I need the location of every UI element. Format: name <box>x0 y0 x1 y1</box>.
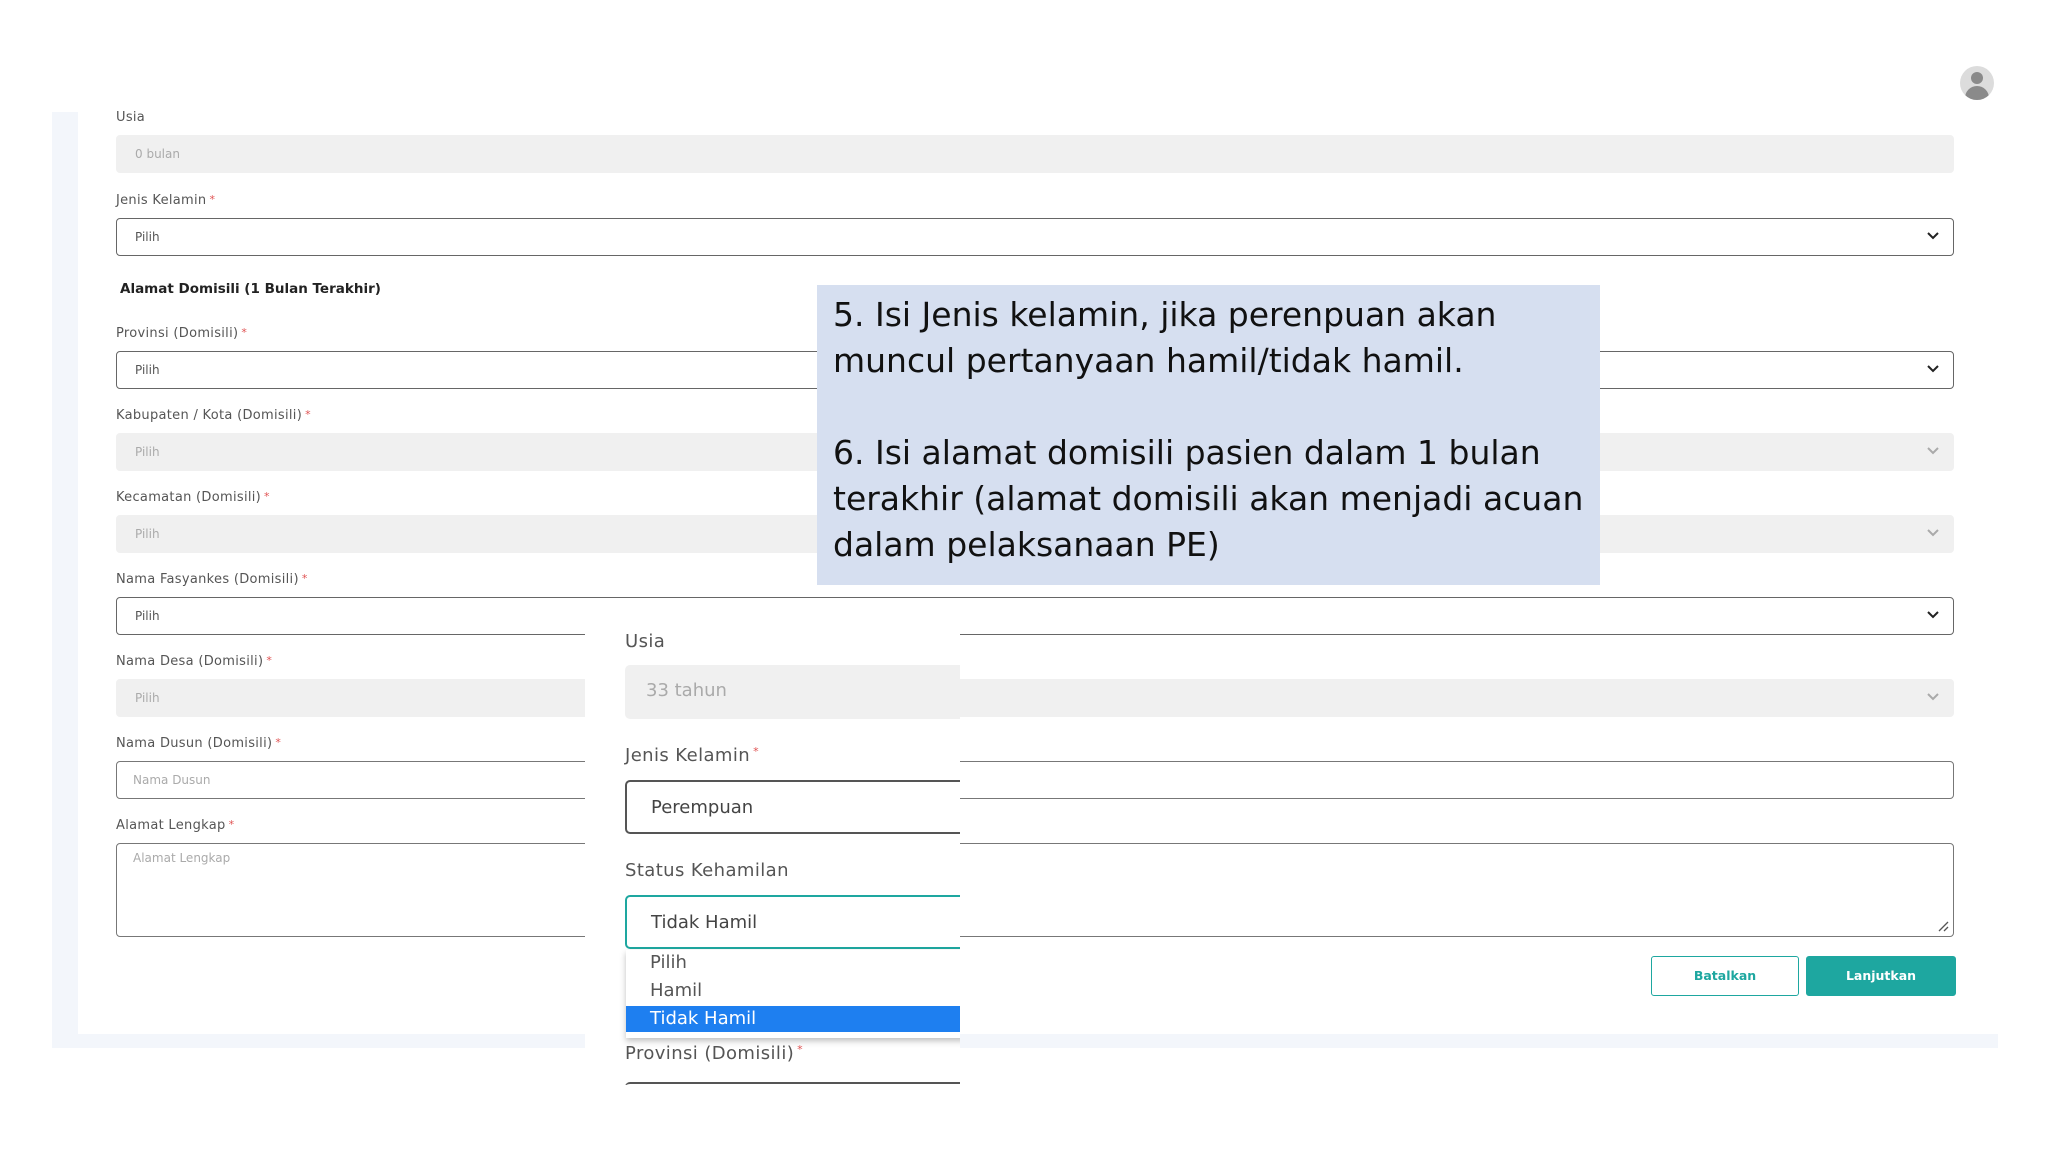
zoom-jenis-kelamin-label: Jenis Kelamin * <box>625 745 759 766</box>
zoom-usia-field: 33 tahun <box>625 665 960 719</box>
zoom-provinsi-select[interactable] <box>625 1082 960 1085</box>
zoom-status-label: Status Kehamilan <box>625 860 789 881</box>
alamat-label: Alamat Lengkap * <box>116 818 235 833</box>
next-button[interactable]: Lanjutkan <box>1806 956 1956 996</box>
desa-select: Pilih <box>116 679 1954 717</box>
dropdown-option[interactable]: Pilih <box>626 950 960 976</box>
user-avatar-icon[interactable] <box>1960 66 1994 100</box>
zoom-inset: Usia 33 tahun Jenis Kelamin * Perempuan S… <box>585 625 960 1085</box>
section-title: Alamat Domisili (1 Bulan Terakhir) <box>120 281 381 297</box>
avatar-head <box>1971 72 1983 84</box>
note-line: terakhir (alamat domisili akan menjadi a… <box>833 479 1584 518</box>
note-line: 5. Isi Jenis kelamin, jika perenpuan aka… <box>833 295 1497 334</box>
fasyankes-select[interactable]: Pilih <box>116 597 1954 635</box>
chevron-down-icon <box>1927 611 1939 619</box>
avatar-body <box>1965 86 1989 100</box>
chevron-down-icon <box>1927 529 1939 537</box>
chevron-down-icon <box>1927 693 1939 701</box>
jenis-kelamin-label: Jenis Kelamin * <box>116 193 216 208</box>
alamat-textarea[interactable]: Alamat Lengkap <box>116 843 1954 937</box>
usia-label: Usia <box>116 110 146 125</box>
instruction-note: 5. Isi Jenis kelamin, jika perenpuan aka… <box>817 285 1600 585</box>
note-line: 6. Isi alamat domisili pasien dalam 1 bu… <box>833 433 1541 472</box>
dropdown-option-selected[interactable]: Tidak Hamil <box>626 1006 960 1032</box>
zoom-status-select[interactable]: Tidak Hamil <box>625 895 960 949</box>
zoom-provinsi-label: Provinsi (Domisili) * <box>625 1043 804 1064</box>
zoom-usia-label: Usia <box>625 631 666 652</box>
desa-label: Nama Desa (Domisili) * <box>116 654 273 669</box>
usia-field: 0 bulan <box>116 135 1954 173</box>
fasyankes-label: Nama Fasyankes (Domisili) * <box>116 572 308 587</box>
zoom-jenis-kelamin-select[interactable]: Perempuan <box>625 780 960 834</box>
jenis-kelamin-select[interactable]: Pilih <box>116 218 1954 256</box>
dusun-input[interactable]: Nama Dusun <box>116 761 1954 799</box>
chevron-down-icon <box>1927 447 1939 455</box>
note-line: dalam pelaksanaan PE) <box>833 525 1220 564</box>
status-dropdown: Pilih Hamil Tidak Hamil <box>626 950 960 1038</box>
cancel-button[interactable]: Batalkan <box>1651 956 1799 996</box>
chevron-down-icon <box>1927 365 1939 373</box>
note-line: muncul pertanyaan hamil/tidak hamil. <box>833 341 1464 380</box>
chevron-down-icon <box>1927 232 1939 240</box>
kabupaten-label: Kabupaten / Kota (Domisili) * <box>116 408 311 423</box>
resize-handle-icon[interactable] <box>1937 920 1949 932</box>
kecamatan-label: Kecamatan (Domisili) * <box>116 490 270 505</box>
dusun-label: Nama Dusun (Domisili) * <box>116 736 282 751</box>
provinsi-label: Provinsi (Domisili) * <box>116 326 248 341</box>
dropdown-option[interactable]: Hamil <box>626 978 960 1004</box>
